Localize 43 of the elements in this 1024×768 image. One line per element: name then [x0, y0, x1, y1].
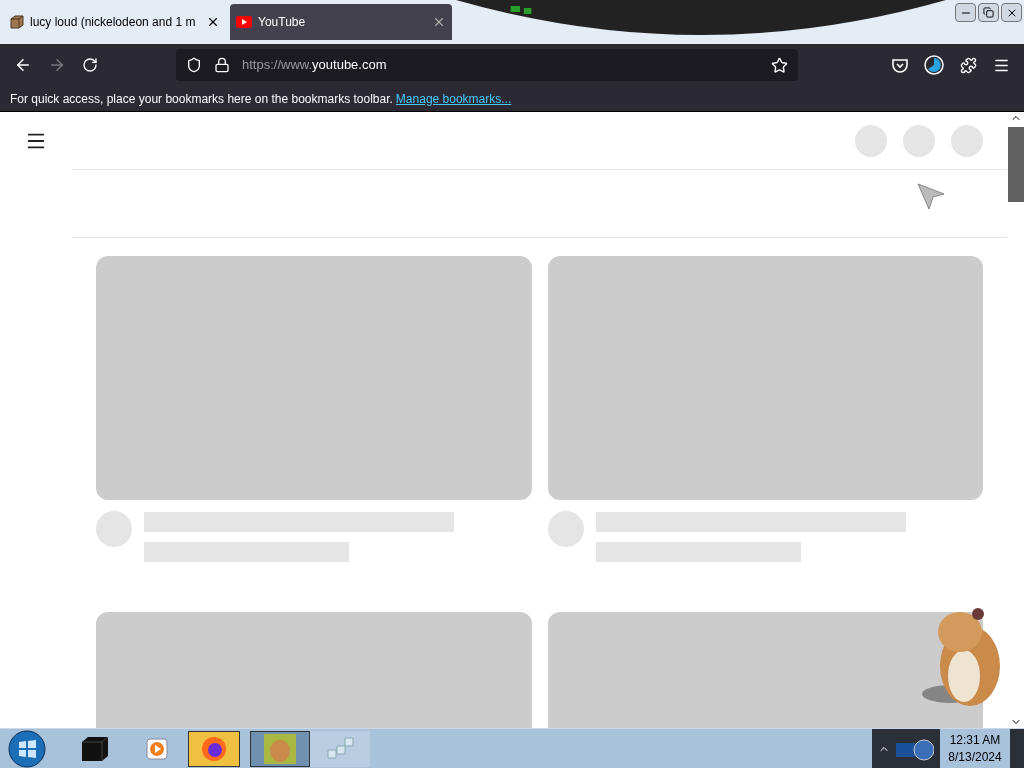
close-icon[interactable]	[206, 15, 220, 29]
minimize-button[interactable]	[955, 3, 976, 22]
scrollbar-thumb[interactable]	[1007, 127, 1024, 202]
shield-icon[interactable]	[186, 57, 202, 73]
star-icon[interactable]	[771, 56, 788, 74]
start-button[interactable]	[8, 729, 46, 768]
avatar-placeholder	[547, 511, 584, 547]
bookmarks-message: For quick access, place your bookmarks here on the bookmarks toolbar.	[10, 90, 393, 108]
address-bar[interactable]: https://www.youtube.com	[176, 49, 798, 81]
clock-time: 12:31 AM	[949, 731, 1001, 749]
pocket-icon[interactable]	[892, 57, 908, 73]
back-icon[interactable]	[14, 56, 32, 74]
show-desktop-button[interactable]	[1010, 728, 1024, 768]
restore-button[interactable]	[978, 3, 999, 22]
cube-icon	[80, 735, 110, 762]
media-player-icon	[146, 737, 168, 760]
lock-icon[interactable]	[214, 57, 230, 73]
account-icon[interactable]	[924, 55, 944, 75]
clock[interactable]: 12:31 AM 8/13/2024	[940, 731, 1010, 766]
browser-tab[interactable]: YouTube	[230, 4, 452, 40]
icon-placeholder	[855, 124, 887, 157]
box-icon	[10, 15, 24, 29]
browser-tab[interactable]: lucy loud (nickelodeon and 1 m	[4, 4, 226, 40]
youtube-icon	[236, 16, 252, 28]
taskbar-item[interactable]	[188, 730, 240, 767]
hamster-icon	[264, 733, 296, 764]
clock-date: 8/13/2024	[948, 748, 1002, 766]
blocks-icon	[326, 735, 354, 762]
reload-icon[interactable]	[82, 57, 98, 73]
icon-placeholder	[903, 124, 935, 157]
forward-icon[interactable]	[48, 56, 66, 74]
avatar-placeholder	[96, 511, 132, 547]
restore-icon	[983, 7, 994, 18]
close-button[interactable]	[1001, 3, 1022, 22]
tab-title: lucy loud (nickelodeon and 1 m	[30, 14, 197, 31]
taskbar-item[interactable]	[250, 730, 310, 767]
extensions-icon[interactable]	[960, 56, 977, 74]
firefox-icon	[200, 734, 228, 763]
cursor-icon	[917, 182, 945, 210]
tab-title: YouTube	[258, 14, 307, 31]
manage-bookmarks-link[interactable]: Manage bookmarks...	[395, 89, 512, 108]
icon-placeholder	[951, 124, 983, 157]
url-text: https://www.youtube.com	[242, 56, 388, 75]
